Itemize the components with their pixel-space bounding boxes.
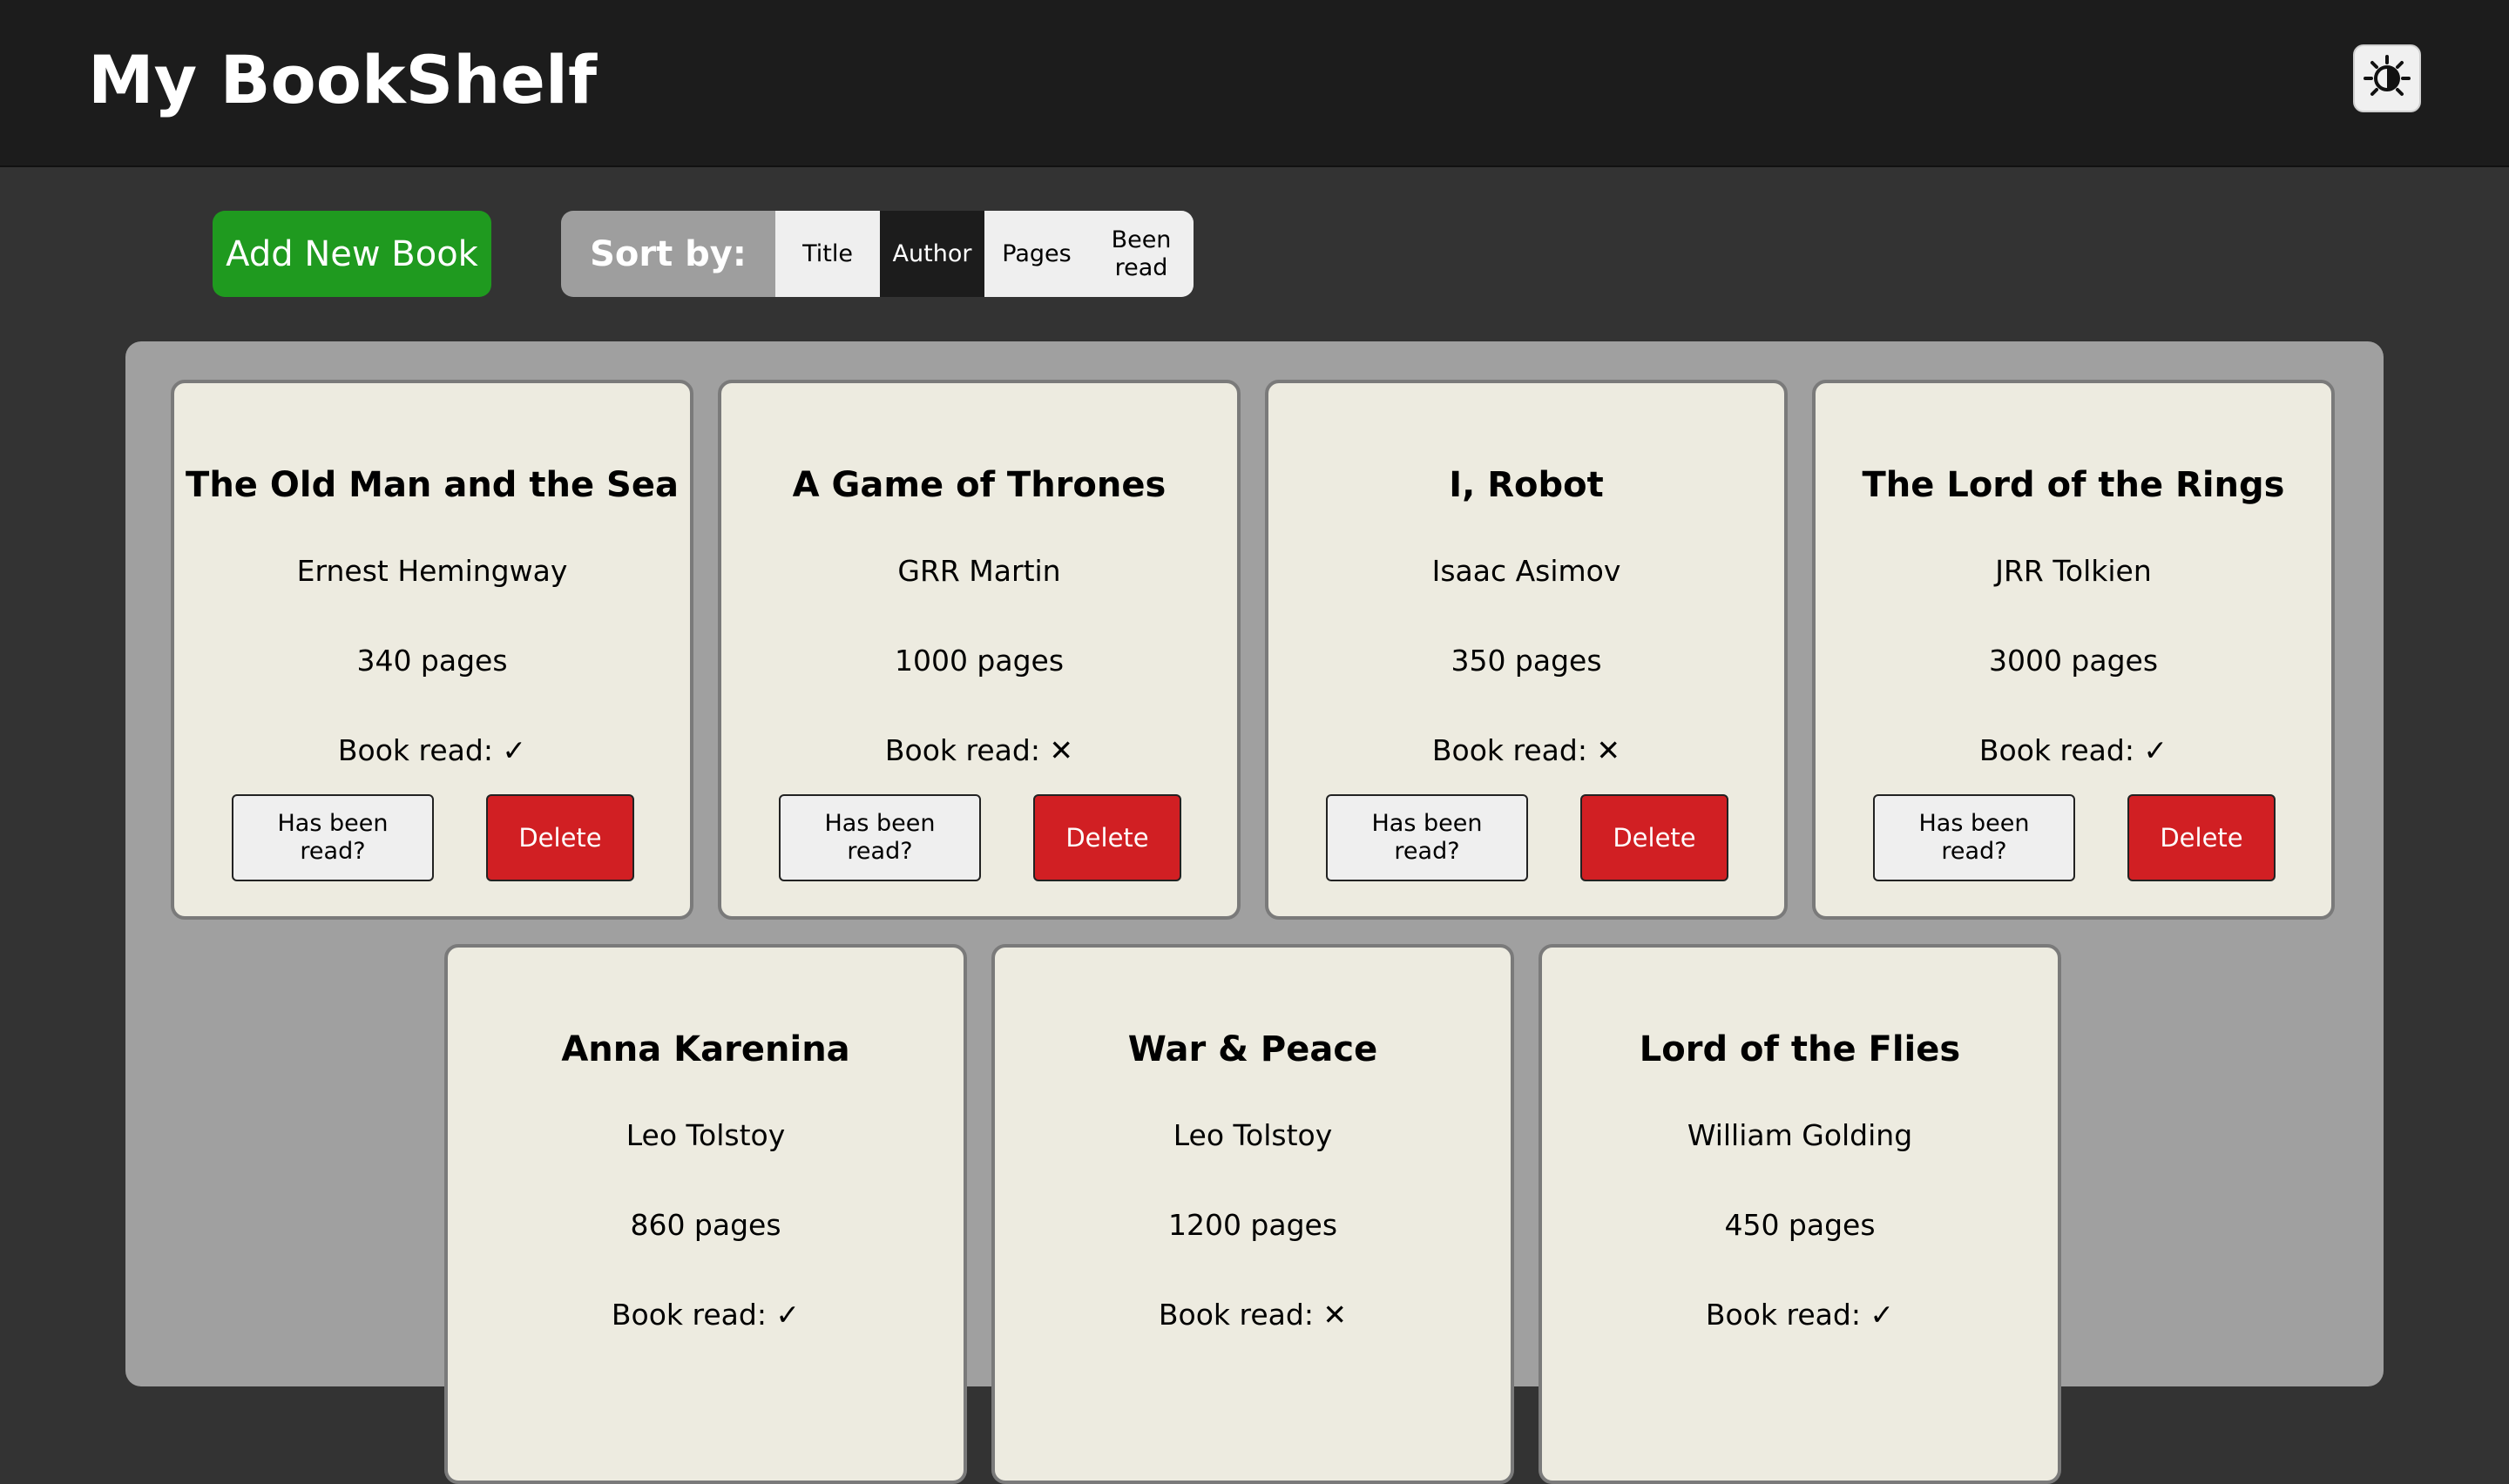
book-pages: 1000 pages <box>894 644 1065 678</box>
book-read-status: Book read: ✕ <box>884 733 1074 767</box>
book-author: GRR Martin <box>897 554 1061 588</box>
book-title: The Lord of the Rings <box>1862 465 2285 505</box>
book-card: The Lord of the Rings JRR Tolkien 3000 p… <box>1812 380 2335 920</box>
book-title: War & Peace <box>1127 1029 1378 1069</box>
has-been-read-button[interactable]: Has been read? <box>1873 794 2075 881</box>
book-author: Ernest Hemingway <box>296 554 568 588</box>
book-card: War & Peace Leo Tolstoy 1200 pages Book … <box>991 944 1514 1484</box>
delete-button[interactable]: Delete <box>2127 794 2276 881</box>
book-author: JRR Tolkien <box>1995 554 2152 588</box>
delete-button[interactable]: Delete <box>1580 794 1728 881</box>
app-title: My BookShelf <box>88 41 598 118</box>
book-title: I, Robot <box>1449 465 1604 505</box>
library-grid: The Old Man and the Sea Ernest Hemingway… <box>125 341 2384 1484</box>
book-author: Leo Tolstoy <box>1173 1118 1333 1152</box>
book-pages: 860 pages <box>630 1208 781 1242</box>
app-header: My BookShelf <box>0 0 2509 167</box>
book-pages: 340 pages <box>356 644 508 678</box>
book-title: A Game of Thrones <box>792 465 1167 505</box>
book-author: William Golding <box>1687 1118 1913 1152</box>
book-read-status: Book read: ✓ <box>611 1298 801 1332</box>
sort-option-title[interactable]: Title <box>775 211 880 297</box>
sort-option-author[interactable]: Author <box>880 211 984 297</box>
add-new-book-button[interactable]: Add New Book <box>213 211 491 297</box>
book-card: Anna Karenina Leo Tolstoy 860 pages Book… <box>444 944 967 1484</box>
book-read-status: Book read: ✕ <box>1431 733 1621 767</box>
book-title: Lord of the Flies <box>1639 1029 1961 1069</box>
delete-button[interactable]: Delete <box>1033 794 1181 881</box>
sun-moon-icon <box>2364 55 2411 96</box>
book-read-status: Book read: ✓ <box>1978 733 2168 767</box>
has-been-read-button[interactable]: Has been read? <box>779 794 981 881</box>
book-title: Anna Karenina <box>561 1029 850 1069</box>
sort-option-been-read[interactable]: Been read <box>1089 211 1194 297</box>
book-pages: 350 pages <box>1451 644 1602 678</box>
sort-bar: Sort by: Title Author Pages Been read <box>561 211 1194 297</box>
book-pages: 3000 pages <box>1988 644 2159 678</box>
has-been-read-button[interactable]: Has been read? <box>232 794 434 881</box>
delete-button[interactable]: Delete <box>486 794 634 881</box>
book-read-status: Book read: ✓ <box>337 733 527 767</box>
book-title: The Old Man and the Sea <box>186 465 679 505</box>
book-author: Isaac Asimov <box>1431 554 1621 588</box>
has-been-read-button[interactable]: Has been read? <box>1326 794 1528 881</box>
book-card: A Game of Thrones GRR Martin 1000 pages … <box>718 380 1241 920</box>
book-read-status: Book read: ✕ <box>1158 1298 1348 1332</box>
book-author: Leo Tolstoy <box>626 1118 786 1152</box>
book-read-status: Book read: ✓ <box>1705 1298 1895 1332</box>
sort-option-pages[interactable]: Pages <box>984 211 1089 297</box>
book-pages: 1200 pages <box>1167 1208 1338 1242</box>
theme-toggle-button[interactable] <box>2353 44 2421 112</box>
book-card: The Old Man and the Sea Ernest Hemingway… <box>171 380 693 920</box>
book-pages: 450 pages <box>1724 1208 1876 1242</box>
book-card: I, Robot Isaac Asimov 350 pages Book rea… <box>1265 380 1788 920</box>
book-card: Lord of the Flies William Golding 450 pa… <box>1539 944 2061 1484</box>
sort-label: Sort by: <box>590 233 747 274</box>
